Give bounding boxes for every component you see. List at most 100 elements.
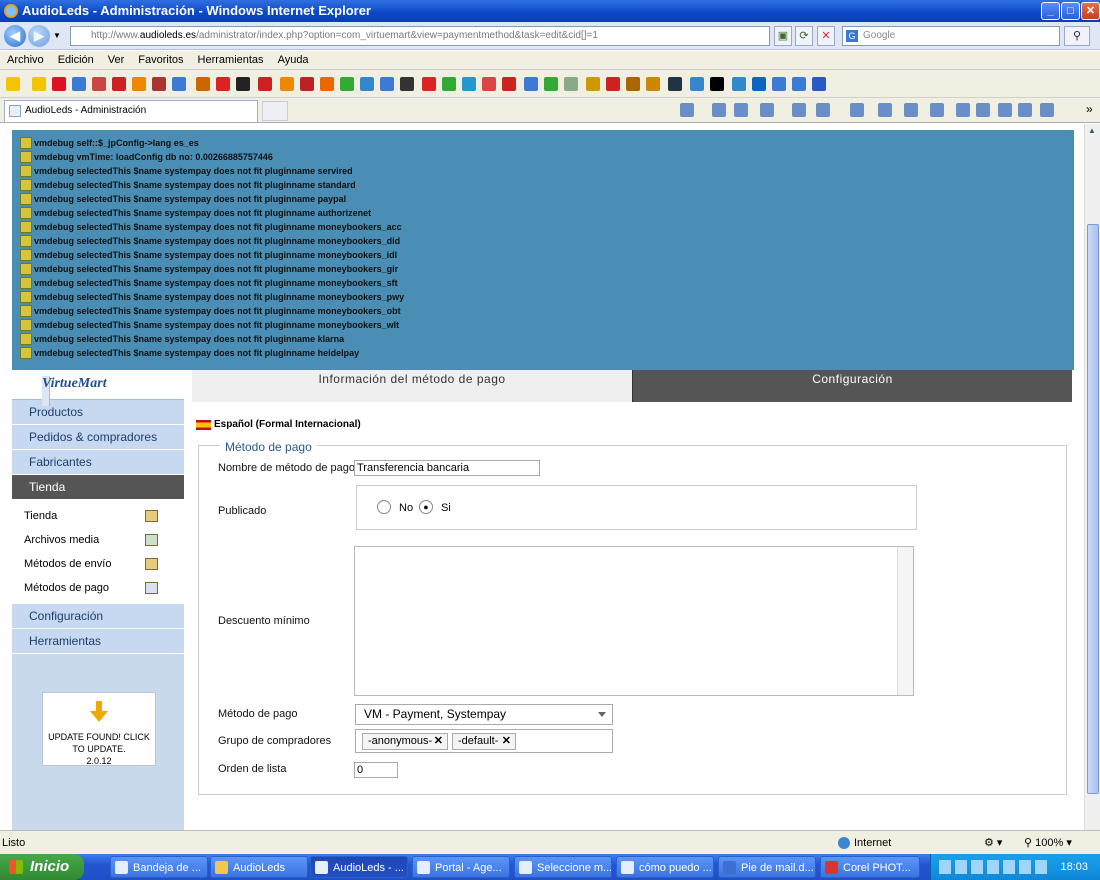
sidebar-item-pedidos[interactable]: Pedidos & compradores: [12, 425, 184, 450]
help-icon[interactable]: [930, 103, 944, 117]
blog-icon[interactable]: [998, 103, 1012, 117]
close-button[interactable]: ✕: [1081, 2, 1100, 20]
print-icon[interactable]: [816, 103, 830, 117]
minimize-button[interactable]: _: [1041, 2, 1060, 20]
bookmark-icon[interactable]: [732, 77, 746, 91]
bookmark-icon[interactable]: [502, 77, 516, 91]
bookmark-icon[interactable]: [564, 77, 578, 91]
bookmark-icon[interactable]: [92, 77, 106, 91]
shopper-groups-input[interactable]: -anonymous- ✕ -default- ✕: [355, 729, 613, 753]
bookmark-icon[interactable]: [668, 77, 682, 91]
bookmark-icon[interactable]: [236, 77, 250, 91]
bookmark-icon[interactable]: [380, 77, 394, 91]
bookmark-icon[interactable]: [646, 77, 660, 91]
tray-icons[interactable]: [939, 860, 1049, 874]
textarea-scrollbar[interactable]: [897, 547, 913, 695]
back-button[interactable]: ◀: [4, 25, 26, 47]
stop-button[interactable]: ✕: [817, 26, 835, 46]
menu-ver[interactable]: Ver: [101, 51, 132, 66]
protected-mode-icon[interactable]: ⚙ ▾: [984, 831, 1002, 855]
browser-tab[interactable]: AudioLeds - Administración: [4, 100, 258, 122]
radio-no[interactable]: [377, 500, 391, 514]
bookmark-icon[interactable]: [216, 77, 230, 91]
bookmark-icon[interactable]: [772, 77, 786, 91]
search-button[interactable]: ⚲: [1064, 26, 1090, 46]
menu-edicion[interactable]: Edición: [51, 51, 101, 66]
submenu-metodos-envio[interactable]: Métodos de envío: [12, 552, 184, 576]
scrollbar-thumb[interactable]: [1087, 224, 1099, 794]
bookmark-icon[interactable]: [152, 77, 166, 91]
task-bandeja[interactable]: Bandeja de ...: [110, 856, 208, 878]
bookmark-icon[interactable]: [812, 77, 826, 91]
bookmark-icon[interactable]: [258, 77, 272, 91]
add-favorite-icon[interactable]: [32, 77, 46, 91]
sidebar-item-fabricantes[interactable]: Fabricantes: [12, 450, 184, 475]
task-corel[interactable]: Corel PHOT...: [820, 856, 920, 878]
bookmark-icon[interactable]: [442, 77, 456, 91]
task-como-puedo[interactable]: cómo puedo ...: [616, 856, 714, 878]
tab-informacion[interactable]: Información del método de pago: [192, 370, 632, 402]
bookmark-icon[interactable]: [320, 77, 334, 91]
task-portal[interactable]: Portal - Age...: [412, 856, 510, 878]
task-audioleds-ie[interactable]: AudioLeds - ...: [310, 856, 408, 878]
task-pie-de-mail[interactable]: Pie de mail.d...: [718, 856, 816, 878]
bookmark-icon[interactable]: [400, 77, 414, 91]
bookmark-icon[interactable]: [544, 77, 558, 91]
remove-chip-icon[interactable]: ✕: [434, 734, 443, 749]
bookmark-icon[interactable]: [340, 77, 354, 91]
translate-icon[interactable]: [1040, 103, 1054, 117]
refresh-button[interactable]: ⟳: [795, 26, 813, 46]
bookmark-icon[interactable]: [300, 77, 314, 91]
compat-view-icon[interactable]: ▣: [774, 26, 792, 46]
bookmark-icon[interactable]: [422, 77, 436, 91]
new-tab-button[interactable]: [262, 101, 288, 121]
bookmark-icon[interactable]: [196, 77, 210, 91]
onenote-icon[interactable]: [1018, 103, 1032, 117]
radio-si[interactable]: ●: [419, 500, 433, 514]
search-input[interactable]: G Google: [842, 26, 1060, 46]
payment-method-select[interactable]: VM - Payment, Systempay: [355, 704, 613, 725]
menu-herramientas[interactable]: Herramientas: [191, 51, 271, 66]
bookmark-icon[interactable]: [132, 77, 146, 91]
tab-configuracion[interactable]: Configuración: [632, 370, 1072, 402]
bookmark-icon[interactable]: [606, 77, 620, 91]
menu-favoritos[interactable]: Favoritos: [131, 51, 190, 66]
bookmark-icon[interactable]: [586, 77, 600, 91]
update-notice[interactable]: UPDATE FOUND! CLICK TO UPDATE. 2.0.12: [42, 692, 156, 766]
home-icon[interactable]: [680, 103, 694, 117]
bookmark-icon[interactable]: [112, 77, 126, 91]
bookmark-icon[interactable]: [360, 77, 374, 91]
bookmark-icon[interactable]: [792, 77, 806, 91]
mail-icon[interactable]: [792, 103, 806, 117]
page-scrollbar[interactable]: ▲: [1084, 124, 1100, 830]
messenger-icon[interactable]: [976, 103, 990, 117]
maximize-button[interactable]: □: [1061, 2, 1080, 20]
sidebar-item-productos[interactable]: Productos: [12, 400, 184, 425]
submenu-tienda[interactable]: Tienda: [12, 504, 184, 528]
linkedin-icon[interactable]: [752, 77, 766, 91]
start-button[interactable]: Inicio: [0, 854, 84, 880]
zoom-icon[interactable]: [760, 103, 774, 117]
research-icon[interactable]: [956, 103, 970, 117]
submenu-archivos-media[interactable]: Archivos media: [12, 528, 184, 552]
submenu-metodos-pago[interactable]: Métodos de pago: [12, 576, 184, 600]
bookmark-icon[interactable]: [482, 77, 496, 91]
order-input[interactable]: [354, 762, 398, 778]
menu-ayuda[interactable]: Ayuda: [271, 51, 316, 66]
bookmark-icon[interactable]: [280, 77, 294, 91]
bookmark-icon[interactable]: [690, 77, 704, 91]
name-input[interactable]: [354, 460, 540, 476]
remove-chip-icon[interactable]: ✕: [502, 734, 511, 749]
scroll-up-icon[interactable]: ▲: [1088, 126, 1096, 135]
discount-textarea[interactable]: [354, 546, 914, 696]
menu-archivo[interactable]: Archivo: [0, 51, 51, 66]
youtube-icon[interactable]: [52, 77, 66, 91]
sidebar-item-configuracion[interactable]: Configuración: [12, 604, 184, 629]
safety-icon[interactable]: [878, 103, 892, 117]
page-menu-icon[interactable]: [850, 103, 864, 117]
zoom-level[interactable]: ⚲ 100% ▾: [1024, 831, 1072, 855]
task-seleccione[interactable]: Seleccione m...: [514, 856, 612, 878]
forward-button[interactable]: ▶: [28, 25, 50, 47]
bookmark-icon[interactable]: [626, 77, 640, 91]
ie-link-icon[interactable]: [72, 77, 86, 91]
